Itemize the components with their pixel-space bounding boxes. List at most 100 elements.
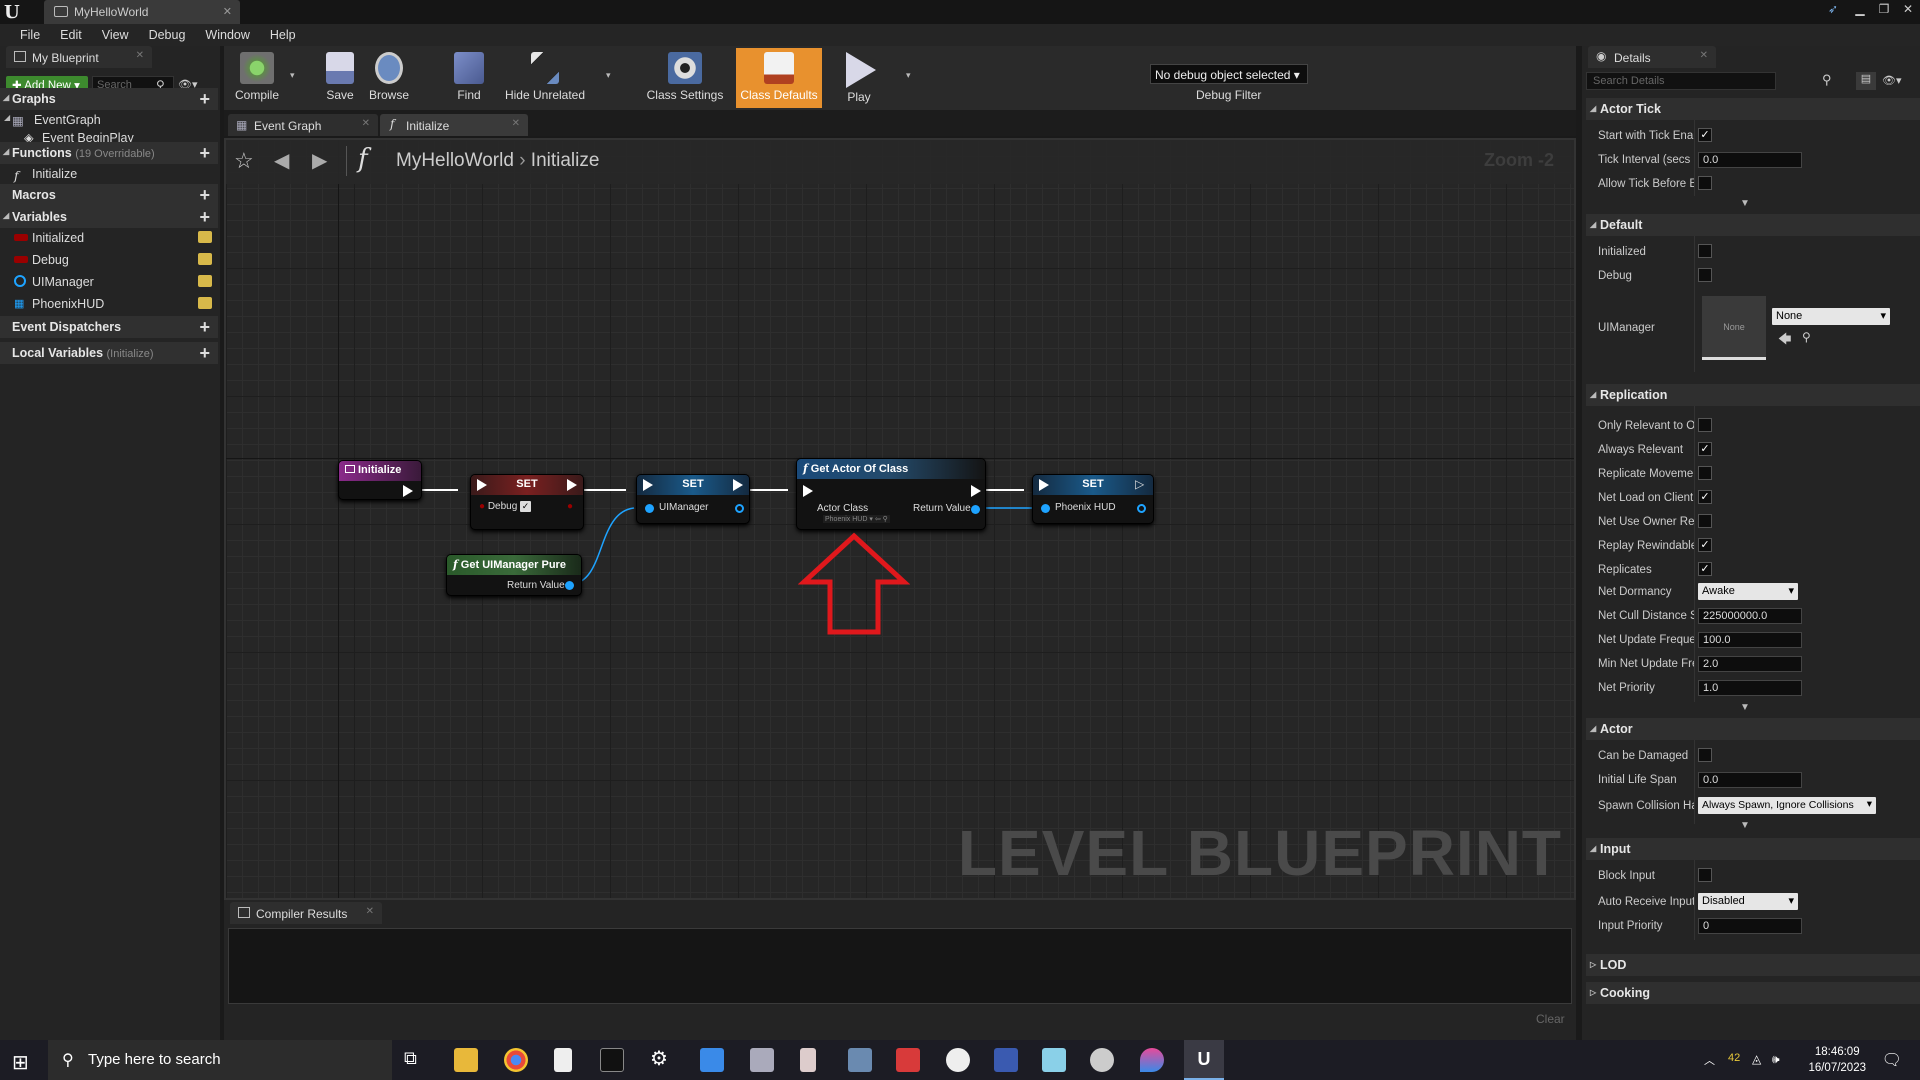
exec-in-pin[interactable] bbox=[477, 479, 487, 491]
minimize-button[interactable]: ▁ bbox=[1848, 0, 1872, 20]
debug-value-checkbox[interactable]: ✓ bbox=[520, 501, 532, 512]
default-section[interactable]: ◢ Default bbox=[1586, 214, 1920, 236]
menu-window[interactable]: Window bbox=[195, 24, 259, 46]
node-set-phoenix-hud[interactable]: SET ▷ Phoenix HUD bbox=[1032, 474, 1154, 524]
actor-class-dropdown[interactable]: Phoenix HUD ▾ ⇦ ⚲ bbox=[823, 515, 890, 523]
menu-debug[interactable]: Debug bbox=[139, 24, 196, 46]
event-dispatchers-section[interactable]: Event Dispatchers + bbox=[0, 316, 218, 338]
can-be-damaged-checkbox[interactable] bbox=[1698, 748, 1712, 762]
close-tab-icon[interactable]: ✕ bbox=[223, 5, 232, 18]
windows-start-icon[interactable]: ⊞ bbox=[12, 1050, 29, 1075]
exec-out-pin[interactable] bbox=[733, 479, 743, 491]
menu-file[interactable]: File bbox=[10, 24, 50, 46]
add-macro-icon[interactable]: + bbox=[199, 185, 210, 206]
compile-button[interactable]: Compile bbox=[226, 48, 288, 108]
app-icon[interactable] bbox=[946, 1048, 970, 1072]
compiler-results-tab[interactable]: Compiler Results ✕ bbox=[230, 902, 382, 924]
add-variable-icon[interactable]: + bbox=[199, 207, 210, 228]
block-input-checkbox[interactable] bbox=[1698, 868, 1712, 882]
add-dispatcher-icon[interactable]: + bbox=[199, 317, 210, 338]
debug-checkbox[interactable] bbox=[1698, 268, 1712, 282]
settings-gear-icon[interactable]: ⚙ bbox=[650, 1048, 674, 1072]
tick-interval-field[interactable]: 0.0 bbox=[1698, 152, 1802, 168]
unreal-engine-taskbar-icon[interactable]: U bbox=[1184, 1040, 1224, 1080]
app-icon[interactable] bbox=[1140, 1048, 1164, 1072]
class-defaults-button[interactable]: Class Defaults bbox=[736, 48, 822, 108]
app-icon[interactable] bbox=[700, 1048, 724, 1072]
net-priority-field[interactable]: 1.0 bbox=[1698, 680, 1802, 696]
volume-icon[interactable]: 🕪 bbox=[1772, 1052, 1780, 1067]
visibility-eye-icon[interactable] bbox=[198, 297, 212, 309]
compile-options-dropdown[interactable]: ▾ bbox=[290, 70, 295, 81]
exec-in-pin[interactable] bbox=[1039, 479, 1049, 491]
replication-checkbox[interactable] bbox=[1698, 466, 1712, 480]
hide-unrelated-dropdown[interactable]: ▾ bbox=[606, 70, 611, 81]
use-selected-arrow-icon[interactable]: 🡄 bbox=[1778, 330, 1791, 352]
close-window-button[interactable]: ✕ bbox=[1896, 0, 1920, 20]
menu-help[interactable]: Help bbox=[260, 24, 306, 46]
menu-view[interactable]: View bbox=[92, 24, 139, 46]
actor-tick-section[interactable]: ◢ Actor Tick bbox=[1586, 98, 1920, 120]
return-value-out-pin[interactable] bbox=[971, 505, 980, 514]
uimanager-in-pin[interactable] bbox=[645, 504, 654, 513]
function-item-initialize[interactable]: f Initialize bbox=[0, 164, 218, 184]
variables-section[interactable]: ◢ Variables + bbox=[0, 206, 218, 228]
close-tab-icon[interactable]: ✕ bbox=[366, 906, 374, 917]
notification-icon[interactable]: ➶ bbox=[1818, 0, 1848, 20]
node-set-uimanager[interactable]: SET UIManager bbox=[636, 474, 750, 524]
details-search-input[interactable]: Search Details bbox=[1586, 72, 1776, 90]
replication-checkbox[interactable]: ✓ bbox=[1698, 538, 1712, 552]
node-initialize-entry[interactable]: Initialize bbox=[338, 460, 422, 500]
initial-life-span-field[interactable]: 0.0 bbox=[1698, 772, 1802, 788]
visibility-eye-icon[interactable] bbox=[198, 231, 212, 243]
app-icon[interactable] bbox=[750, 1048, 774, 1072]
visibility-eye-icon[interactable] bbox=[198, 275, 212, 287]
actor-section[interactable]: ◢ Actor bbox=[1586, 718, 1920, 740]
uimanager-out-pin[interactable] bbox=[735, 504, 744, 513]
lod-section[interactable]: ▷ LOD bbox=[1586, 954, 1920, 976]
replication-checkbox[interactable]: ✓ bbox=[1698, 562, 1712, 576]
tab-event-graph[interactable]: ▦ Event Graph ✕ bbox=[228, 114, 378, 136]
network-icon[interactable]: ◬ bbox=[1752, 1052, 1761, 1066]
replication-checkbox[interactable]: ✓ bbox=[1698, 490, 1712, 504]
app-icon[interactable] bbox=[848, 1048, 872, 1072]
task-view-icon[interactable]: ⧉ bbox=[404, 1048, 428, 1072]
initialized-checkbox[interactable] bbox=[1698, 244, 1712, 258]
variable-item-phoenixhud[interactable]: ▦ PhoenixHUD bbox=[0, 294, 218, 314]
visibility-eye-icon[interactable] bbox=[198, 253, 212, 265]
advanced-expand-icon[interactable]: ▼ bbox=[1740, 702, 1750, 713]
start-with-tick-checkbox[interactable]: ✓ bbox=[1698, 128, 1712, 142]
phoenix-hud-out-pin[interactable] bbox=[1137, 504, 1146, 513]
file-explorer-icon[interactable] bbox=[454, 1048, 478, 1072]
exec-out-pin[interactable] bbox=[403, 485, 413, 497]
play-options-dropdown[interactable]: ▾ bbox=[906, 70, 911, 81]
net-cull-distance-field[interactable]: 225000000.0 bbox=[1698, 608, 1802, 624]
property-matrix-icon[interactable]: ▤ bbox=[1856, 72, 1876, 90]
graph-item-eventgraph[interactable]: ◢ ▦ EventGraph bbox=[0, 110, 218, 130]
exec-out-pin[interactable] bbox=[567, 479, 577, 491]
app-icon[interactable] bbox=[800, 1048, 816, 1072]
app-icon[interactable] bbox=[994, 1048, 1018, 1072]
net-update-frequency-field[interactable]: 100.0 bbox=[1698, 632, 1802, 648]
variable-item-uimanager[interactable]: UIManager bbox=[0, 272, 218, 292]
class-settings-button[interactable]: Class Settings bbox=[642, 48, 728, 108]
close-tab-icon[interactable]: ✕ bbox=[136, 50, 144, 61]
node-set-debug[interactable]: SET ● Debug ✓ ● bbox=[470, 474, 584, 530]
node-get-uimanager-pure[interactable]: f Get UIManager Pure Return Value bbox=[446, 554, 582, 596]
my-blueprint-tab[interactable]: My Blueprint ✕ bbox=[6, 46, 152, 68]
app-icon[interactable] bbox=[1042, 1048, 1066, 1072]
allow-tick-checkbox[interactable] bbox=[1698, 176, 1712, 190]
tray-chevron-icon[interactable]: ︿ bbox=[1704, 1052, 1715, 1068]
taskbar-search-input[interactable]: ⚲ Type here to search bbox=[48, 1040, 392, 1080]
functions-section[interactable]: ◢ Functions (19 Overridable) + bbox=[0, 142, 218, 164]
add-graph-icon[interactable]: + bbox=[199, 89, 210, 110]
browse-asset-icon[interactable]: ⚲ bbox=[1802, 330, 1811, 344]
view-options-icon[interactable]: 👁▾ bbox=[1882, 74, 1902, 87]
exec-out-pin-unconnected[interactable]: ▷ bbox=[1135, 477, 1144, 491]
save-button[interactable]: Save bbox=[320, 48, 360, 108]
return-value-out-pin[interactable] bbox=[565, 581, 574, 590]
close-tab-icon[interactable]: ✕ bbox=[1700, 50, 1708, 61]
app-icon[interactable] bbox=[896, 1048, 920, 1072]
add-local-variable-icon[interactable]: + bbox=[199, 343, 210, 364]
exec-out-pin[interactable] bbox=[971, 485, 981, 497]
